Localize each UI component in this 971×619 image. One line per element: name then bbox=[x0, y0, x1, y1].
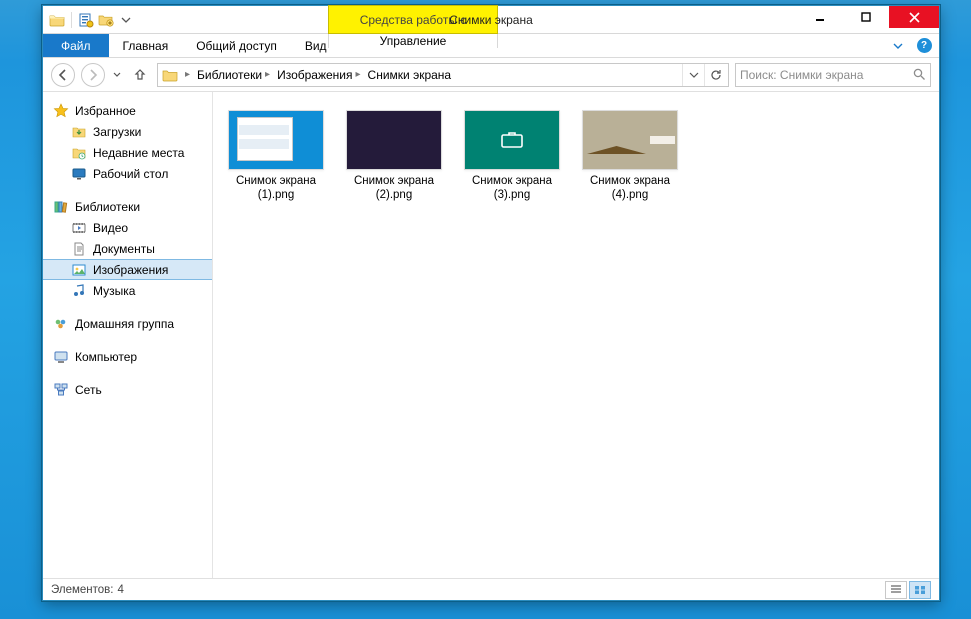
sidebar-item-label: Музыка bbox=[93, 284, 135, 298]
music-icon bbox=[71, 283, 87, 299]
file-name: Снимок экрана (1).png bbox=[225, 174, 327, 203]
sidebar-group-favorites[interactable]: Избранное bbox=[43, 100, 212, 121]
explorer-window: Средства работы с рисунками Снимки экран… bbox=[42, 5, 940, 601]
window-controls bbox=[797, 6, 939, 28]
sidebar-group-libraries[interactable]: Библиотеки bbox=[43, 196, 212, 217]
desktop-icon bbox=[71, 166, 87, 182]
crumb-screenshots[interactable]: Снимки экрана bbox=[366, 68, 454, 82]
properties-icon[interactable] bbox=[78, 12, 94, 28]
sidebar-group-homegroup[interactable]: Домашняя группа bbox=[43, 313, 212, 334]
homegroup-icon bbox=[53, 316, 69, 332]
sidebar-item-recent[interactable]: Недавние места bbox=[43, 142, 212, 163]
recent-icon bbox=[71, 145, 87, 161]
search-box[interactable] bbox=[735, 63, 931, 87]
address-bar[interactable]: ▸ Библиотеки▸ Изображения▸ Снимки экрана bbox=[157, 63, 729, 87]
status-count: 4 bbox=[117, 584, 123, 596]
computer-label: Компьютер bbox=[75, 350, 137, 364]
close-button[interactable] bbox=[889, 6, 939, 28]
sidebar-group-network[interactable]: Сеть bbox=[43, 379, 212, 400]
computer-icon bbox=[53, 349, 69, 365]
file-list[interactable]: Снимок экрана (1).png Снимок экрана (2).… bbox=[213, 92, 939, 578]
titlebar: Средства работы с рисунками Снимки экран… bbox=[43, 6, 939, 34]
history-dropdown-icon[interactable] bbox=[111, 71, 123, 79]
tab-file[interactable]: Файл bbox=[43, 34, 109, 57]
view-thumbnails-button[interactable] bbox=[909, 581, 931, 599]
sidebar-item-desktop[interactable]: Рабочий стол bbox=[43, 163, 212, 184]
maximize-button[interactable] bbox=[843, 6, 889, 28]
sidebar-item-music[interactable]: Музыка bbox=[43, 280, 212, 301]
favorites-label: Избранное bbox=[75, 104, 136, 118]
tab-share[interactable]: Общий доступ bbox=[182, 34, 291, 57]
navigation-pane: Избранное Загрузки Недавние места Рабочи… bbox=[43, 92, 213, 578]
libraries-icon bbox=[53, 199, 69, 215]
sidebar-item-label: Рабочий стол bbox=[93, 167, 168, 181]
sidebar-item-label: Изображения bbox=[93, 263, 168, 277]
view-details-button[interactable] bbox=[885, 581, 907, 599]
crumb-pictures[interactable]: Изображения▸ bbox=[275, 68, 365, 82]
refresh-button[interactable] bbox=[704, 64, 726, 86]
star-icon bbox=[53, 103, 69, 119]
back-button[interactable] bbox=[51, 63, 75, 87]
crumb-sep-root[interactable]: ▸ bbox=[180, 69, 195, 80]
search-icon bbox=[913, 68, 926, 81]
status-label: Элементов: bbox=[51, 584, 113, 596]
documents-icon bbox=[71, 241, 87, 257]
sidebar-item-label: Загрузки bbox=[93, 125, 141, 139]
up-button[interactable] bbox=[129, 64, 151, 86]
scrollbar[interactable] bbox=[923, 92, 939, 578]
file-item[interactable]: Снимок экрана (3).png bbox=[457, 106, 567, 207]
sidebar-group-computer[interactable]: Компьютер bbox=[43, 346, 212, 367]
expand-ribbon-icon[interactable] bbox=[889, 37, 907, 55]
tab-home[interactable]: Главная bbox=[109, 34, 183, 57]
qat-dropdown-icon[interactable] bbox=[118, 12, 134, 28]
file-item[interactable]: Снимок экрана (4).png bbox=[575, 106, 685, 207]
video-icon bbox=[71, 220, 87, 236]
file-name: Снимок экрана (3).png bbox=[461, 174, 563, 203]
homegroup-label: Домашняя группа bbox=[75, 317, 174, 331]
ribbon: Файл Главная Общий доступ Вид Управление… bbox=[43, 34, 939, 58]
sidebar-item-documents[interactable]: Документы bbox=[43, 238, 212, 259]
sidebar-item-label: Недавние места bbox=[93, 146, 184, 160]
divider bbox=[71, 12, 72, 28]
nav-toolbar: ▸ Библиотеки▸ Изображения▸ Снимки экрана bbox=[43, 58, 939, 92]
contextual-tab-header: Средства работы с рисунками bbox=[328, 5, 498, 34]
crumb-libraries[interactable]: Библиотеки▸ bbox=[195, 68, 275, 82]
sidebar-item-label: Документы bbox=[93, 242, 155, 256]
file-thumbnail bbox=[582, 110, 678, 170]
sidebar-item-label: Видео bbox=[93, 221, 128, 235]
sidebar-item-pictures[interactable]: Изображения bbox=[43, 259, 212, 280]
tab-manage[interactable]: Управление bbox=[328, 34, 498, 48]
new-folder-icon[interactable] bbox=[98, 12, 114, 28]
help-button[interactable]: ? bbox=[915, 37, 933, 55]
forward-button[interactable] bbox=[81, 63, 105, 87]
file-name: Снимок экрана (4).png bbox=[579, 174, 681, 203]
pictures-icon bbox=[71, 262, 87, 278]
file-name: Снимок экрана (2).png bbox=[343, 174, 445, 203]
address-dropdown-icon[interactable] bbox=[682, 64, 704, 86]
downloads-icon bbox=[71, 124, 87, 140]
search-input[interactable] bbox=[740, 68, 909, 82]
body: Избранное Загрузки Недавние места Рабочи… bbox=[43, 92, 939, 578]
folder-icon bbox=[49, 12, 65, 28]
file-item[interactable]: Снимок экрана (1).png bbox=[221, 106, 331, 207]
sidebar-item-videos[interactable]: Видео bbox=[43, 217, 212, 238]
quick-access-toolbar bbox=[43, 6, 140, 33]
status-bar: Элементов: 4 bbox=[43, 578, 939, 600]
file-thumbnail bbox=[346, 110, 442, 170]
network-label: Сеть bbox=[75, 383, 102, 397]
minimize-button[interactable] bbox=[797, 6, 843, 28]
sidebar-item-downloads[interactable]: Загрузки bbox=[43, 121, 212, 142]
network-icon bbox=[53, 382, 69, 398]
file-thumbnail bbox=[228, 110, 324, 170]
libraries-label: Библиотеки bbox=[75, 200, 140, 214]
file-item[interactable]: Снимок экрана (2).png bbox=[339, 106, 449, 207]
file-thumbnail bbox=[464, 110, 560, 170]
location-folder-icon bbox=[160, 65, 180, 85]
